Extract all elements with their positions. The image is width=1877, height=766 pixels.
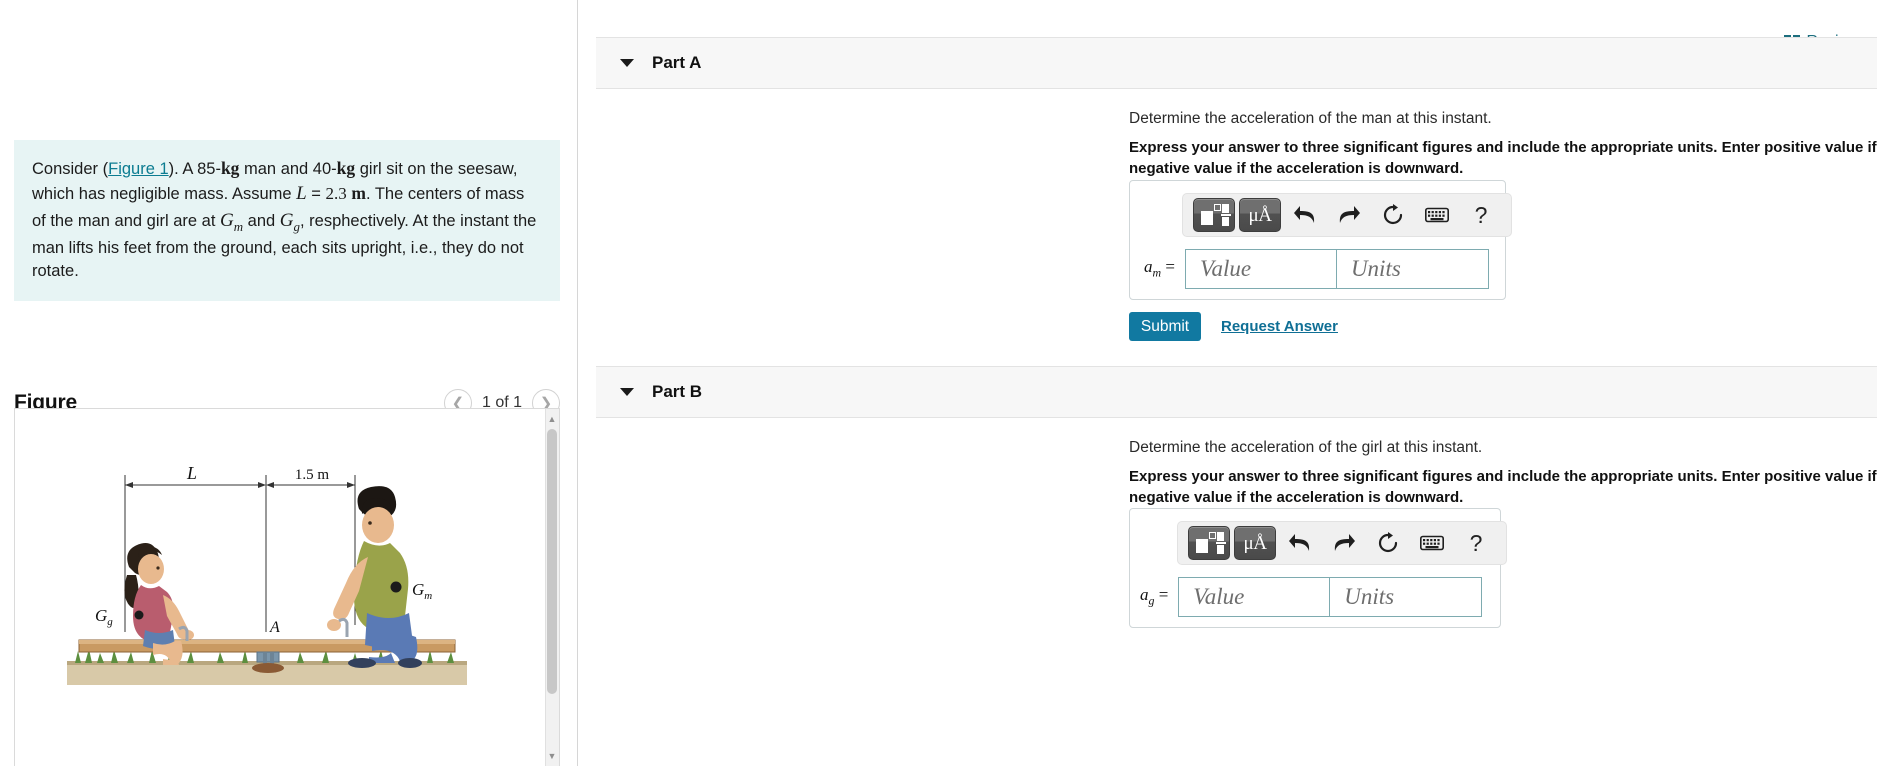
- value-L: 2.3: [325, 184, 347, 204]
- part-b-answer-label: ag =: [1140, 585, 1168, 608]
- page-root: Consider (Figure 1). A 85-kg man and 40-…: [0, 0, 1877, 766]
- man-cg-dot: [390, 581, 402, 593]
- girl-cg-dot: [134, 610, 144, 620]
- dimension-label-right: 1.5 m: [295, 467, 330, 483]
- figure-1-link[interactable]: Figure 1: [108, 160, 169, 178]
- part-a-var: a: [1144, 257, 1153, 277]
- keyboard-icon[interactable]: [1417, 198, 1457, 232]
- variable-Gg: Gg: [279, 210, 300, 234]
- part-a-value-input[interactable]: Value: [1184, 249, 1337, 289]
- seesaw-handles: [178, 617, 349, 641]
- figure-scrollbar-thumb[interactable]: [547, 429, 557, 694]
- part-a-submit-button[interactable]: Submit: [1129, 312, 1201, 341]
- micro-angstrom-units-icon[interactable]: μÅ: [1234, 526, 1276, 560]
- reset-circle-icon[interactable]: [1373, 198, 1413, 232]
- seesaw-figure: L 1.5 m A Gg Gm: [67, 417, 467, 766]
- cg-label-girl: Gg: [95, 606, 113, 628]
- seesaw-diagram-svg: L 1.5 m A Gg Gm: [67, 463, 467, 685]
- pivot-label-A: A: [269, 619, 280, 636]
- part-b-equals: =: [1154, 585, 1169, 605]
- variable-Gm-base: G: [220, 210, 234, 232]
- part-b-units-input[interactable]: Units: [1330, 577, 1483, 617]
- part-a-math-toolbar: μÅ ?: [1182, 193, 1512, 237]
- undo-arrow-icon[interactable]: [1280, 526, 1320, 560]
- part-b-answer-card: μÅ ? ag = Value Units: [1129, 508, 1507, 628]
- part-b-header[interactable]: Part B: [596, 366, 1877, 418]
- unit-kg-girl: kg: [336, 158, 356, 178]
- part-b-var: a: [1140, 585, 1149, 605]
- part-a-question: Determine the acceleration of the man at…: [1129, 110, 1492, 127]
- math-template-icon[interactable]: [1188, 526, 1230, 560]
- part-b-title: Part B: [652, 382, 703, 401]
- undo-arrow-icon[interactable]: [1285, 198, 1325, 232]
- variable-Gg-base: G: [279, 210, 294, 232]
- part-a-equals: =: [1161, 257, 1175, 277]
- part-b-value-input[interactable]: Value: [1178, 577, 1331, 617]
- part-a-answer-card: μÅ ? am = Value Units: [1129, 180, 1512, 300]
- variable-Gm: Gm: [220, 210, 244, 235]
- keyboard-icon[interactable]: [1412, 526, 1452, 560]
- unit-kg-man: kg: [220, 158, 240, 178]
- help-question-icon[interactable]: ?: [1461, 198, 1501, 232]
- problem-mid-4: and: [243, 212, 280, 231]
- figure-viewport: L 1.5 m A Gg Gm ▲ ▼: [14, 408, 560, 766]
- units-button-label: μÅ: [1248, 204, 1272, 226]
- part-a-title: Part A: [652, 53, 702, 72]
- part-b-answer-row: ag = Value Units: [1140, 577, 1483, 617]
- part-b-instruction: Express your answer to three significant…: [1129, 468, 1877, 507]
- math-template-glyph: [1201, 204, 1231, 226]
- variable-L: L: [296, 183, 307, 205]
- part-a-header[interactable]: Part A: [596, 37, 1877, 89]
- part-b-math-toolbar: μÅ ?: [1177, 521, 1507, 565]
- scroll-up-icon[interactable]: ▲: [547, 413, 557, 425]
- right-pane: Review Part A Determine the acceleration…: [578, 0, 1877, 766]
- part-a-request-answer-link[interactable]: Request Answer: [1221, 318, 1338, 335]
- part-a-var-sub: m: [1152, 265, 1162, 280]
- problem-after-link: ). A 85-: [168, 160, 221, 178]
- problem-lead: Consider (: [32, 160, 109, 178]
- dimension-label-L: L: [186, 463, 197, 483]
- problem-statement: Consider (Figure 1). A 85-kg man and 40-…: [14, 140, 560, 302]
- units-button-label: μÅ: [1243, 532, 1267, 554]
- help-question-icon[interactable]: ?: [1456, 526, 1496, 560]
- part-a-instruction: Express your answer to three significant…: [1129, 139, 1877, 178]
- micro-angstrom-units-icon[interactable]: μÅ: [1239, 198, 1281, 232]
- problem-mid-1: man and 40-: [239, 160, 337, 178]
- part-a-units-input[interactable]: Units: [1336, 249, 1489, 289]
- problem-equals: =: [306, 185, 326, 204]
- part-b-question: Determine the acceleration of the girl a…: [1129, 439, 1483, 456]
- left-pane: Consider (Figure 1). A 85-kg man and 40-…: [0, 0, 578, 766]
- figure-scrollbar[interactable]: ▲ ▼: [545, 409, 559, 766]
- caret-down-icon[interactable]: [620, 59, 634, 67]
- fulcrum: [252, 651, 284, 673]
- reset-circle-icon[interactable]: [1368, 526, 1408, 560]
- part-a-answer-label: am =: [1144, 257, 1175, 280]
- math-template-glyph: [1196, 532, 1226, 554]
- scroll-down-icon[interactable]: ▼: [547, 750, 557, 762]
- redo-arrow-icon[interactable]: [1329, 198, 1369, 232]
- caret-down-icon[interactable]: [620, 388, 634, 396]
- math-template-icon[interactable]: [1193, 198, 1235, 232]
- redo-arrow-icon[interactable]: [1324, 526, 1364, 560]
- unit-m: m: [351, 183, 366, 204]
- variable-Gm-sub: m: [233, 219, 244, 235]
- cg-label-man: Gm: [412, 580, 432, 602]
- part-a-answer-row: am = Value Units: [1144, 249, 1489, 289]
